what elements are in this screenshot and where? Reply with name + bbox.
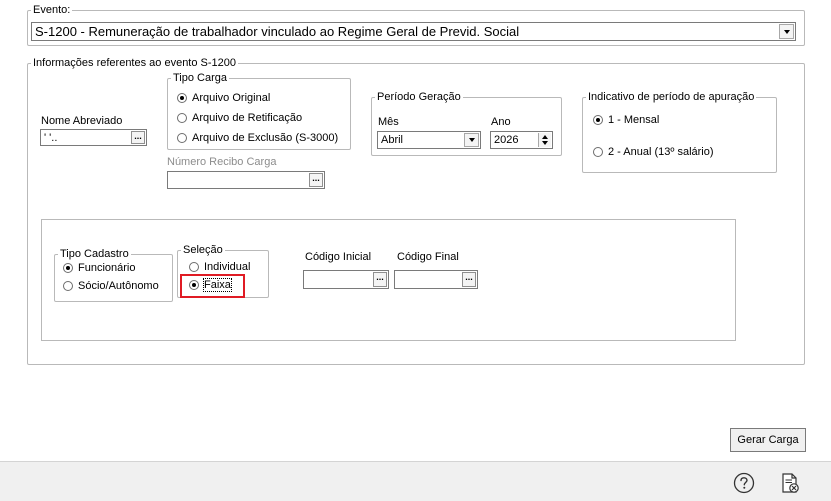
ano-stepper[interactable]: 2026 [490, 131, 553, 149]
evento-dropdown-icon[interactable] [779, 24, 794, 39]
tipo-cadastro-legend: Tipo Cadastro [60, 248, 129, 260]
mes-select[interactable]: Abril [377, 131, 481, 149]
codigo-inicial-lookup-icon[interactable]: ... [373, 272, 387, 287]
radio-arquivo-retificacao[interactable]: Arquivo de Retificação [177, 111, 302, 125]
numero-recibo-lookup-icon[interactable]: ... [309, 173, 323, 187]
indicativo-legend: Indicativo de período de apuração [588, 91, 755, 103]
faixa-highlight [180, 274, 245, 298]
numero-recibo-field[interactable]: ... [167, 171, 325, 189]
mes-label: Mês [378, 116, 399, 128]
numero-recibo-label: Número Recibo Carga [167, 156, 277, 168]
codigo-final-label: Código Final [397, 251, 459, 263]
radio-mensal-dot [593, 115, 603, 125]
radio-socio-autonomo-label: Sócio/Autônomo [78, 280, 159, 292]
ano-value: 2026 [494, 134, 519, 146]
radio-arquivo-original-label: Arquivo Original [192, 92, 271, 104]
radio-funcionario[interactable]: Funcionário [63, 261, 135, 275]
tipo-cadastro-group: Tipo Cadastro [54, 248, 173, 302]
radio-mensal[interactable]: 1 - Mensal [593, 113, 659, 127]
radio-arquivo-exclusao-dot [177, 133, 187, 143]
radio-individual-dot [189, 262, 199, 272]
codigo-final-lookup-icon[interactable]: ... [462, 272, 476, 287]
nome-abreviado-label: Nome Abreviado [41, 115, 123, 127]
evento-legend: Evento: [33, 4, 71, 16]
evento-select-value: S-1200 - Remuneração de trabalhador vinc… [35, 24, 520, 39]
radio-socio-autonomo[interactable]: Sócio/Autônomo [63, 279, 159, 293]
radio-socio-autonomo-dot [63, 281, 73, 291]
nome-abreviado-value: ' '.. [44, 132, 58, 144]
ano-spinner-icon[interactable] [538, 133, 551, 147]
periodo-geracao-legend: Período Geração [377, 91, 461, 103]
radio-arquivo-exclusao-label: Arquivo de Exclusão (S-3000) [192, 132, 339, 144]
radio-arquivo-original[interactable]: Arquivo Original [177, 91, 270, 105]
selecao-legend: Seleção [183, 244, 223, 256]
mes-dropdown-icon[interactable] [464, 133, 479, 147]
radio-individual-label: Individual [204, 261, 251, 273]
radio-anual-label: 2 - Anual (13º salário) [608, 146, 714, 158]
tipo-carga-legend: Tipo Carga [173, 72, 228, 84]
radio-anual-dot [593, 147, 603, 157]
radio-arquivo-retificacao-label: Arquivo de Retificação [192, 112, 303, 124]
radio-funcionario-label: Funcionário [78, 262, 136, 274]
radio-arquivo-exclusao[interactable]: Arquivo de Exclusão (S-3000) [177, 131, 338, 145]
codigo-inicial-field[interactable]: ... [303, 270, 389, 289]
evento-select[interactable]: S-1200 - Remuneração de trabalhador vinc… [31, 22, 796, 41]
radio-arquivo-original-dot [177, 93, 187, 103]
radio-mensal-label: 1 - Mensal [608, 114, 660, 126]
radio-funcionario-dot [63, 263, 73, 273]
help-icon[interactable] [733, 472, 755, 494]
radio-anual[interactable]: 2 - Anual (13º salário) [593, 145, 714, 159]
nome-abreviado-field[interactable]: ' '.. ... [40, 129, 147, 146]
radio-individual[interactable]: Individual [189, 260, 250, 274]
gerar-carga-button[interactable]: Gerar Carga [730, 428, 806, 452]
ano-label: Ano [491, 116, 511, 128]
codigo-final-field[interactable]: ... [394, 270, 478, 289]
codigo-inicial-label: Código Inicial [305, 251, 372, 263]
indicativo-group: Indicativo de período de apuração [582, 91, 777, 173]
nome-abreviado-lookup-icon[interactable]: ... [131, 131, 145, 144]
bottom-toolbar [0, 461, 831, 501]
document-close-icon[interactable] [779, 472, 801, 494]
mes-value: Abril [381, 134, 404, 146]
radio-arquivo-retificacao-dot [177, 113, 187, 123]
informacoes-legend: Informações referentes ao evento S-1200 [33, 57, 237, 69]
